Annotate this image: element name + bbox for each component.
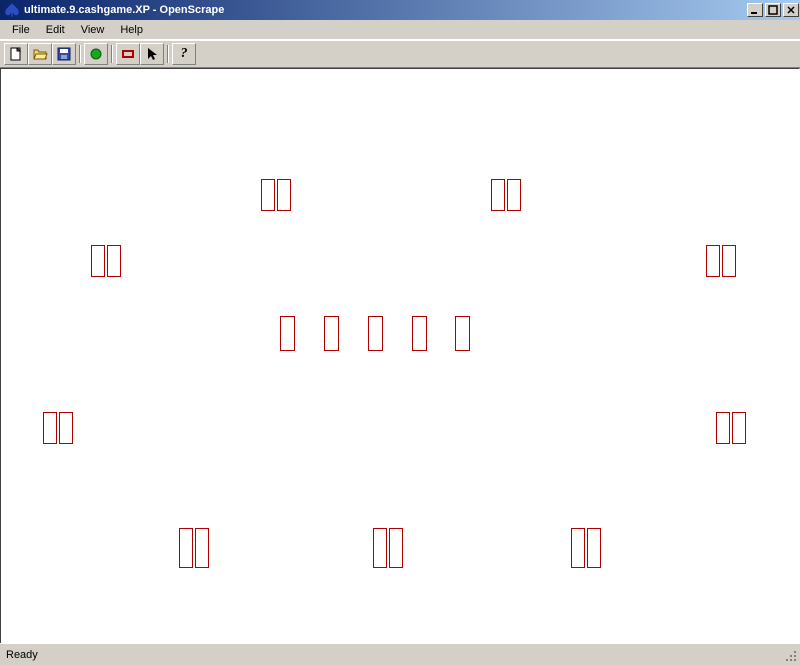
- toolbar-separator-2: [108, 43, 116, 65]
- menu-edit[interactable]: Edit: [38, 22, 73, 38]
- region-tool-button[interactable]: [116, 43, 140, 65]
- refresh-button[interactable]: [84, 43, 108, 65]
- seat-7-card-right[interactable]: [389, 528, 403, 568]
- select-button[interactable]: [140, 43, 164, 65]
- save-button[interactable]: [52, 43, 76, 65]
- seat-5-card-right[interactable]: [732, 412, 746, 444]
- seat-4-card-left[interactable]: [43, 412, 57, 444]
- seat-8-card-right[interactable]: [587, 528, 601, 568]
- seat-6-card-left[interactable]: [179, 528, 193, 568]
- resize-grip-icon[interactable]: [784, 649, 798, 663]
- seat-3-card-right[interactable]: [722, 245, 736, 277]
- new-file-button[interactable]: [4, 43, 28, 65]
- help-button[interactable]: ?: [172, 43, 196, 65]
- board-card-4[interactable]: [455, 316, 470, 351]
- help-icon: ?: [181, 46, 188, 62]
- menu-file[interactable]: File: [4, 22, 38, 38]
- seat-8-card-left[interactable]: [571, 528, 585, 568]
- toolbar: ?: [0, 40, 800, 68]
- seat-5-card-left[interactable]: [716, 412, 730, 444]
- board-card-1[interactable]: [324, 316, 339, 351]
- close-button[interactable]: [783, 3, 799, 17]
- open-file-button[interactable]: [28, 43, 52, 65]
- status-text: Ready: [6, 649, 38, 661]
- seat-3-card-left[interactable]: [706, 245, 720, 277]
- board-card-2[interactable]: [368, 316, 383, 351]
- seat-2-card-left[interactable]: [91, 245, 105, 277]
- window-title: ultimate.9.cashgame.XP - OpenScrape: [24, 4, 745, 16]
- canvas[interactable]: [1, 69, 799, 643]
- seat-0-card-right[interactable]: [277, 179, 291, 211]
- menu-help[interactable]: Help: [112, 22, 151, 38]
- menu-view[interactable]: View: [73, 22, 113, 38]
- status-bar: Ready: [0, 643, 800, 665]
- seat-2-card-right[interactable]: [107, 245, 121, 277]
- maximize-button[interactable]: [765, 3, 781, 17]
- seat-1-card-right[interactable]: [507, 179, 521, 211]
- client-area: [0, 68, 800, 643]
- board-card-0[interactable]: [280, 316, 295, 351]
- seat-0-card-left[interactable]: [261, 179, 275, 211]
- board-card-3[interactable]: [412, 316, 427, 351]
- app-spade-icon: [4, 2, 20, 18]
- seat-6-card-right[interactable]: [195, 528, 209, 568]
- title-bar: ultimate.9.cashgame.XP - OpenScrape: [0, 0, 800, 20]
- menu-bar: File Edit View Help: [0, 20, 800, 40]
- toolbar-separator-1: [76, 43, 84, 65]
- seat-4-card-right[interactable]: [59, 412, 73, 444]
- seat-1-card-left[interactable]: [491, 179, 505, 211]
- seat-7-card-left[interactable]: [373, 528, 387, 568]
- minimize-button[interactable]: [747, 3, 763, 17]
- window-control-group: [745, 3, 800, 17]
- toolbar-separator-3: [164, 43, 172, 65]
